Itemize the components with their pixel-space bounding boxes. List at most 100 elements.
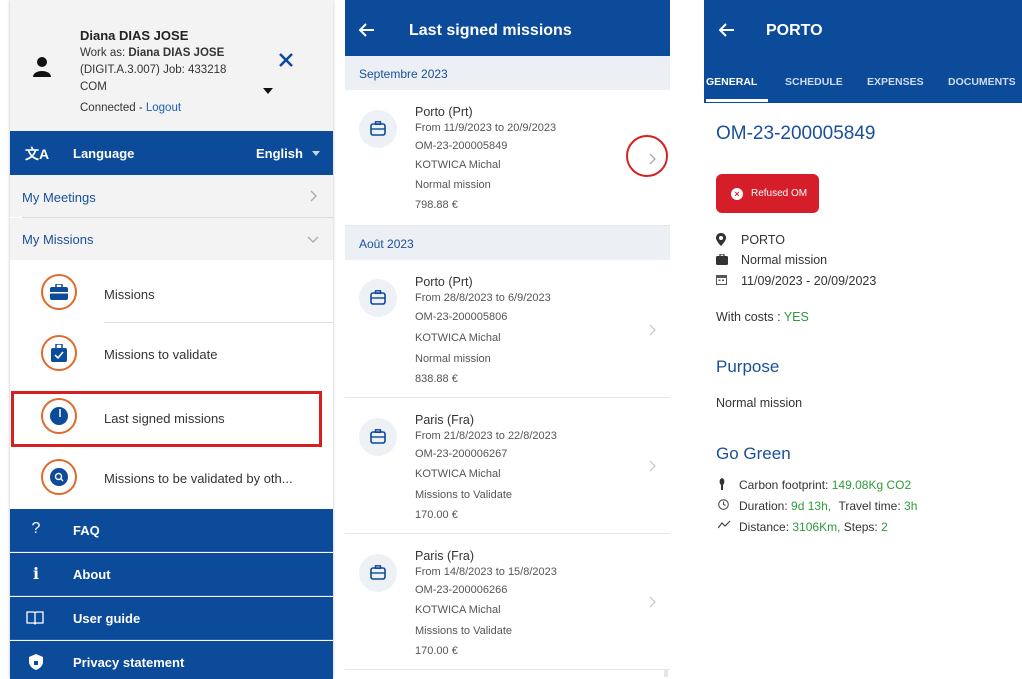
language-value[interactable]: English — [256, 146, 303, 161]
menu-item-missions-label: Missions — [104, 287, 155, 302]
validate-bag-icon — [41, 335, 77, 371]
com-line: COM — [80, 81, 107, 93]
mission-dates: From 28/8/2023 to 6/9/2023 — [415, 292, 551, 304]
user-panel: Diana DIAS JOSE Work as: Diana DIAS JOSE… — [10, 0, 333, 131]
menu-item-privacy[interactable]: Privacy statement — [10, 641, 333, 679]
mission-ref: OM-23-200005806 — [415, 311, 508, 323]
tab-schedule[interactable]: SCHEDULE — [785, 76, 843, 88]
language-label: Language — [73, 146, 135, 161]
work-as-name: Diana DIAS JOSE — [128, 47, 225, 59]
briefcase-icon — [359, 279, 397, 317]
purpose-text: Normal mission — [716, 396, 803, 410]
menu-item-about[interactable]: i About — [10, 553, 333, 596]
list-header: Last signed missions — [345, 0, 670, 56]
search-user-icon — [41, 459, 77, 495]
mission-ref: OM-23-200005849 — [415, 140, 508, 152]
menu-item-missions-to-validate[interactable]: Missions to validate — [10, 323, 333, 383]
mission-type-text: Normal mission — [741, 253, 828, 267]
mission-card[interactable]: Porto (Prt) From 11/9/2023 to 20/9/2023 … — [345, 90, 670, 226]
costs-line: With costs : YES — [716, 310, 809, 324]
carbon-line: Carbon footprint: 149.08Kg CO2 — [739, 478, 911, 492]
mission-person: KOTWICA Michal — [415, 332, 501, 344]
mission-dates: From 21/8/2023 to 22/8/2023 — [415, 430, 557, 442]
costs-value: YES — [783, 310, 809, 324]
month-header: Août 2023 — [345, 226, 670, 260]
mission-city: Paris (Fra) — [415, 413, 475, 427]
briefcase-icon — [716, 254, 730, 268]
distance-line: Distance: 3106Km, Steps: 2 — [739, 520, 888, 534]
menu-item-user-guide-label: User guide — [73, 611, 141, 626]
language-caret-icon — [312, 151, 320, 156]
menu-item-missions-validated-by-others-label: Missions to be validated by oth... — [104, 471, 293, 486]
footprint-icon — [718, 478, 726, 490]
mission-city: Paris (Fra) — [415, 549, 475, 563]
back-arrow-icon[interactable] — [359, 23, 375, 37]
profile-dropdown-icon[interactable] — [263, 88, 273, 94]
mission-person: KOTWICA Michal — [415, 604, 501, 616]
highlight-box — [11, 391, 322, 447]
costs-label: With costs : — [716, 310, 781, 324]
menu-item-about-label: About — [73, 567, 111, 582]
location-pin-icon — [716, 233, 730, 247]
chevron-right-icon[interactable] — [649, 596, 656, 608]
purpose-heading: Purpose — [716, 357, 780, 376]
my-missions-label: My Missions — [22, 232, 94, 247]
info-icon: i — [32, 564, 40, 583]
mission-city: Porto (Prt) — [415, 105, 473, 119]
mission-card[interactable]: Paris (Fra) From 21/8/2023 to 22/8/2023 … — [345, 398, 670, 534]
menu-item-missions[interactable]: Missions — [10, 262, 333, 322]
mission-type: Missions to Validate — [415, 489, 513, 501]
steps-value: 2 — [881, 520, 888, 534]
travel-value: 3h — [904, 499, 918, 513]
shield-lock-icon — [26, 652, 46, 672]
mission-type: Normal mission — [415, 179, 491, 191]
duration-value: 9d 13h, — [791, 499, 832, 513]
tab-documents[interactable]: DOCUMENTS — [948, 76, 1016, 88]
detail-title: PORTO — [766, 22, 823, 39]
my-missions-row[interactable]: My Missions — [10, 218, 333, 260]
mission-dates: From 14/8/2023 to 15/8/2023 — [415, 566, 557, 578]
unit-line: (DIGIT.A.3.007) Job: 433218 — [80, 64, 227, 76]
mission-detail-panel: PORTO GENERAL SCHEDULE EXPENSES DOCUMENT… — [704, 0, 1022, 679]
chevron-down-icon — [307, 236, 319, 243]
duration-line: Duration: 9d 13h, Travel time: 3h — [739, 499, 917, 513]
user-name: Diana DIAS JOSE — [80, 28, 189, 43]
tab-expenses[interactable]: EXPENSES — [867, 76, 924, 88]
duration-label: Duration: — [739, 499, 788, 513]
mission-card[interactable]: Paris (Fra) From 14/8/2023 to 15/8/2023 … — [345, 534, 670, 670]
connected-text: Connected - — [80, 102, 143, 114]
carbon-value: 149.08Kg CO2 — [831, 478, 912, 492]
om-reference: OM-23-200005849 — [716, 123, 876, 144]
mission-card[interactable]: Porto (Prt) From 28/8/2023 to 6/9/2023 O… — [345, 260, 670, 398]
month-label: Août 2023 — [359, 237, 414, 251]
chevron-right-icon[interactable] — [649, 324, 656, 336]
menu-item-missions-validated-by-others[interactable]: Missions to be validated by oth... — [10, 449, 333, 509]
mission-amount: 798.88 € — [415, 199, 458, 211]
my-meetings-row[interactable]: My Meetings — [10, 175, 333, 217]
close-icon[interactable] — [278, 52, 294, 68]
work-as-prefix: Work as: — [80, 47, 126, 59]
active-tab-indicator — [706, 99, 768, 102]
tab-general[interactable]: GENERAL — [706, 76, 757, 88]
user-avatar-icon — [32, 56, 52, 78]
status-label: Refused OM — [751, 188, 808, 199]
close-circle-icon: × — [731, 188, 743, 200]
travel-label: Travel time: — [838, 499, 901, 513]
logout-link[interactable]: Logout — [146, 102, 181, 114]
mission-type: Normal mission — [415, 353, 491, 365]
mission-type: Missions to Validate — [415, 625, 513, 637]
list-title: Last signed missions — [409, 22, 572, 39]
menu-item-user-guide[interactable]: User guide — [10, 597, 333, 640]
briefcase-icon — [359, 110, 397, 148]
route-icon — [718, 520, 731, 529]
mission-amount: 838.88 € — [415, 373, 458, 385]
mission-ref: OM-23-200006267 — [415, 448, 508, 460]
language-row[interactable]: 文A Language English — [10, 131, 333, 175]
menu-item-faq[interactable]: ? FAQ — [10, 509, 333, 552]
menu-item-faq-label: FAQ — [73, 523, 100, 538]
back-arrow-icon[interactable] — [719, 23, 735, 37]
calendar-icon — [716, 274, 730, 288]
book-icon — [26, 608, 46, 628]
question-icon: ? — [31, 520, 41, 537]
chevron-right-icon[interactable] — [649, 460, 656, 472]
